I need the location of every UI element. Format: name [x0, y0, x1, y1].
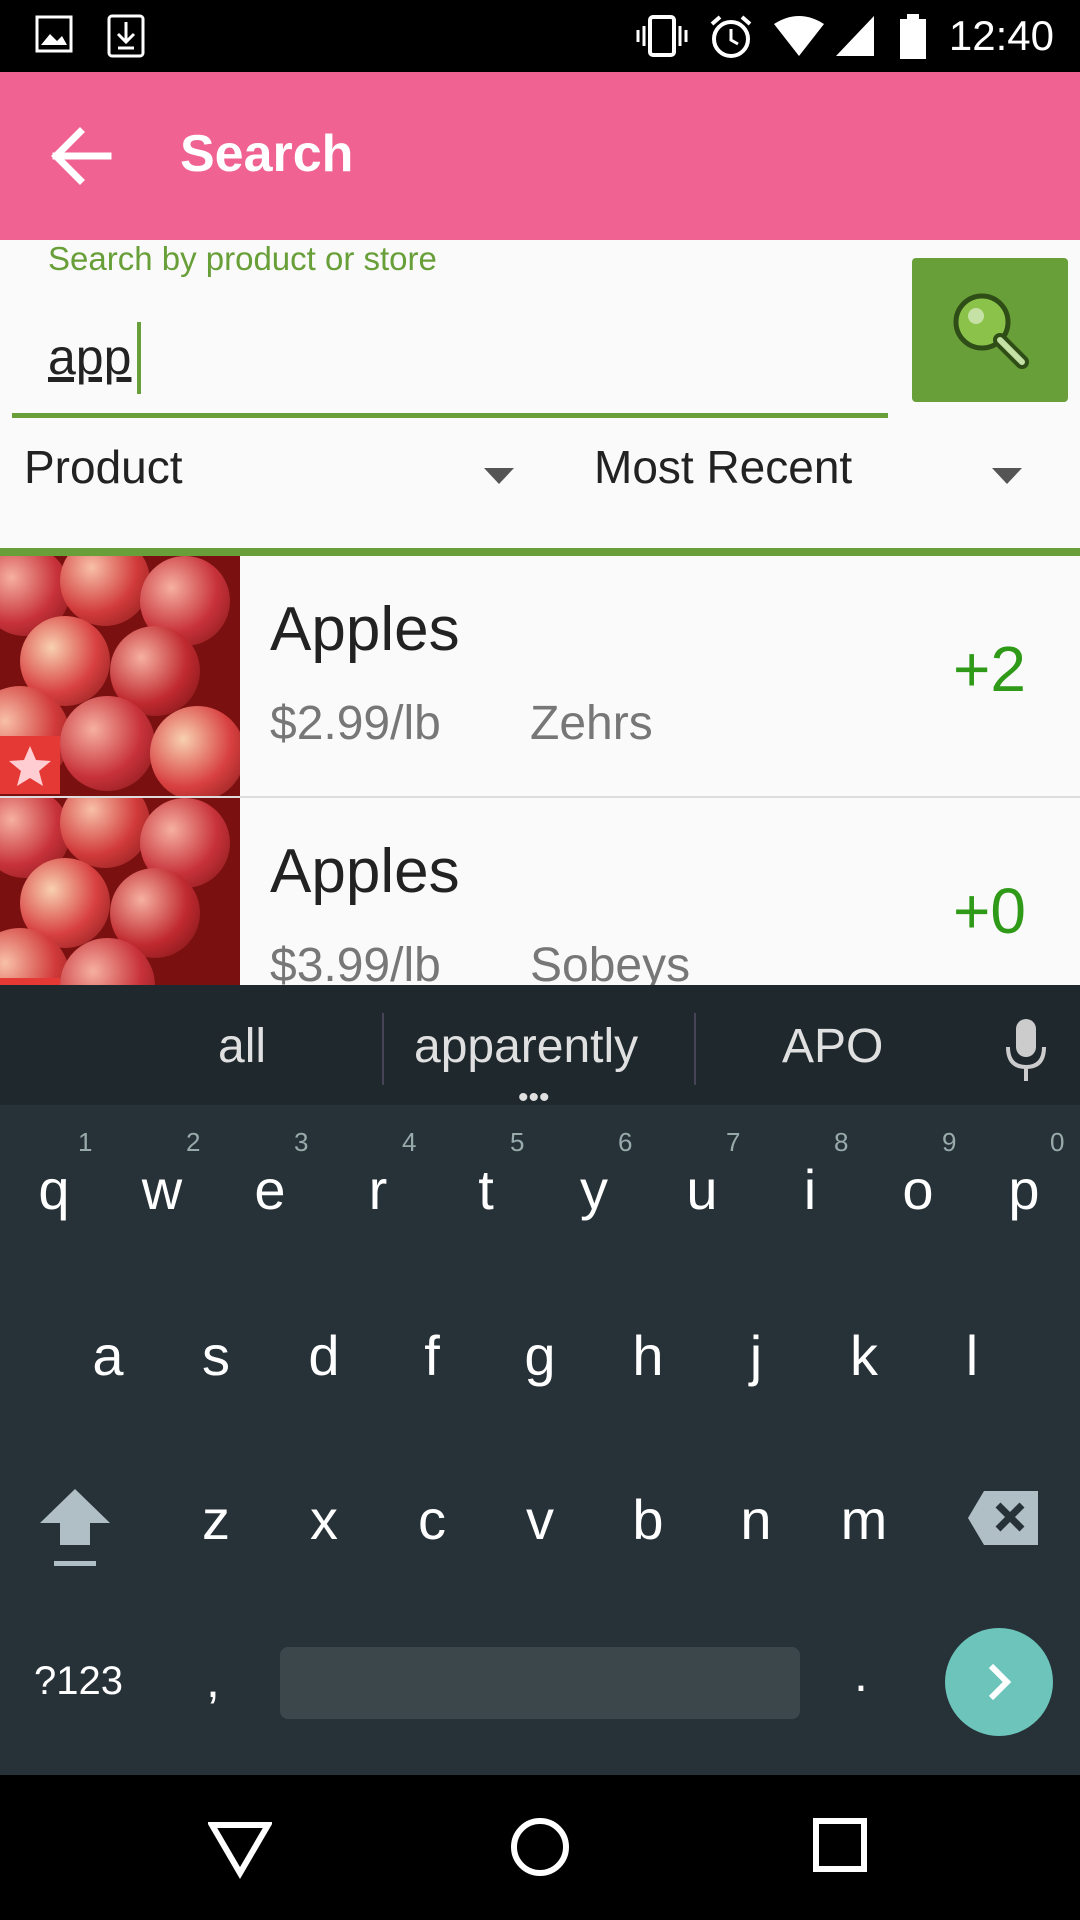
chevron-right-icon — [988, 1663, 1012, 1701]
key-d[interactable]: d — [284, 1323, 364, 1388]
type-dropdown-value: Product — [24, 441, 183, 493]
symbols-key[interactable]: ?123 — [34, 1659, 123, 1704]
key-a[interactable]: a — [68, 1323, 148, 1388]
key-f[interactable]: f — [392, 1323, 472, 1388]
key-g[interactable]: g — [500, 1323, 580, 1388]
suggestion-item[interactable]: all — [218, 1019, 266, 1074]
suggestion-strip: all apparently ••• APO — [0, 985, 1080, 1114]
type-dropdown[interactable]: Product — [24, 440, 524, 520]
period-key[interactable]: . — [854, 1645, 868, 1703]
key-hint: 3 — [294, 1127, 309, 1157]
vote-score: +2 — [953, 633, 1026, 705]
product-price: $2.99/lb — [270, 697, 441, 750]
divider — [382, 1013, 384, 1085]
key-j[interactable]: j — [716, 1323, 796, 1388]
shift-icon[interactable] — [34, 1485, 116, 1575]
navigation-bar — [0, 1775, 1080, 1920]
key-hint: 6 — [618, 1127, 633, 1157]
list-item[interactable]: Apples $2.99/lb Zehrs +2 — [0, 556, 1080, 798]
vibrate-icon — [636, 15, 688, 57]
suggestion-item[interactable]: apparently — [414, 1019, 638, 1074]
key-hint: 0 — [1050, 1127, 1065, 1157]
signal-icon — [836, 16, 874, 56]
key-hint: 2 — [186, 1127, 201, 1157]
more-suggestions-icon[interactable]: ••• — [518, 1081, 550, 1115]
app-bar: Search — [0, 72, 1080, 240]
product-price: $3.99/lb — [270, 939, 441, 986]
space-key[interactable] — [280, 1647, 800, 1719]
store-name: Sobeys — [530, 939, 691, 986]
suggestion-item[interactable]: APO — [782, 1019, 883, 1074]
key-hint: 1 — [78, 1127, 93, 1157]
status-bar: 12:40 — [0, 0, 1080, 72]
star-icon — [9, 746, 51, 786]
magnifier-icon — [953, 293, 1029, 369]
back-triangle-icon[interactable] — [208, 1819, 272, 1879]
key-b[interactable]: b — [608, 1487, 688, 1552]
key-s[interactable]: s — [176, 1323, 256, 1388]
store-name: Zehrs — [530, 697, 653, 750]
key-x[interactable]: x — [284, 1487, 364, 1552]
key-hint: 9 — [942, 1127, 957, 1157]
backspace-icon[interactable] — [966, 1489, 1040, 1547]
recents-square-icon[interactable] — [812, 1817, 868, 1873]
key-q[interactable]: q — [14, 1157, 94, 1222]
clock: 12:40 — [948, 12, 1054, 59]
page-title: Search — [180, 125, 354, 183]
key-n[interactable]: n — [716, 1487, 796, 1552]
key-v[interactable]: v — [500, 1487, 580, 1552]
microphone-icon[interactable] — [1004, 1017, 1048, 1083]
chevron-down-icon — [484, 468, 514, 484]
sort-dropdown[interactable]: Most Recent — [594, 440, 1034, 520]
key-y[interactable]: y — [554, 1157, 634, 1222]
key-hint: 7 — [726, 1127, 741, 1157]
key-c[interactable]: c — [392, 1487, 472, 1552]
chevron-down-icon — [992, 468, 1022, 484]
enter-key[interactable] — [945, 1628, 1053, 1736]
key-o[interactable]: o — [878, 1157, 958, 1222]
vote-score: +0 — [953, 875, 1026, 947]
key-i[interactable]: i — [770, 1157, 850, 1222]
key-u[interactable]: u — [662, 1157, 742, 1222]
divider — [0, 548, 1080, 556]
key-k[interactable]: k — [824, 1323, 904, 1388]
key-w[interactable]: w — [122, 1157, 202, 1222]
home-circle-icon[interactable] — [508, 1815, 572, 1879]
search-hint-label: Search by product or store — [48, 240, 437, 277]
list-item[interactable]: Apples $3.99/lb Sobeys +0 — [0, 798, 1080, 986]
key-e[interactable]: e — [230, 1157, 310, 1222]
arrow-left-icon[interactable] — [48, 124, 120, 188]
key-t[interactable]: t — [446, 1157, 526, 1222]
key-z[interactable]: z — [176, 1487, 256, 1552]
wifi-icon — [774, 16, 824, 56]
comma-key[interactable]: , — [206, 1651, 220, 1709]
search-button[interactable] — [912, 258, 1068, 402]
key-l[interactable]: l — [932, 1323, 1012, 1388]
soft-keyboard: all apparently ••• APO q w e r t y u i o… — [0, 985, 1080, 1775]
favorite-badge — [0, 736, 60, 794]
key-r[interactable]: r — [338, 1157, 418, 1222]
key-hint: 4 — [402, 1127, 417, 1157]
product-image — [0, 556, 240, 796]
search-input-value: app — [48, 329, 132, 385]
product-image — [0, 798, 240, 986]
download-icon — [107, 14, 145, 58]
battery-icon — [900, 14, 926, 59]
text-cursor — [137, 322, 141, 394]
key-hint: 5 — [510, 1127, 525, 1157]
search-input[interactable] — [12, 310, 888, 418]
key-m[interactable]: m — [824, 1487, 904, 1552]
product-name: Apples — [270, 837, 460, 906]
image-icon — [35, 15, 73, 53]
divider — [694, 1013, 696, 1085]
product-name: Apples — [270, 595, 460, 664]
alarm-icon — [710, 15, 752, 58]
key-hint: 8 — [834, 1127, 849, 1157]
sort-dropdown-value: Most Recent — [594, 441, 853, 493]
key-h[interactable]: h — [608, 1323, 688, 1388]
key-p[interactable]: p — [984, 1157, 1064, 1222]
